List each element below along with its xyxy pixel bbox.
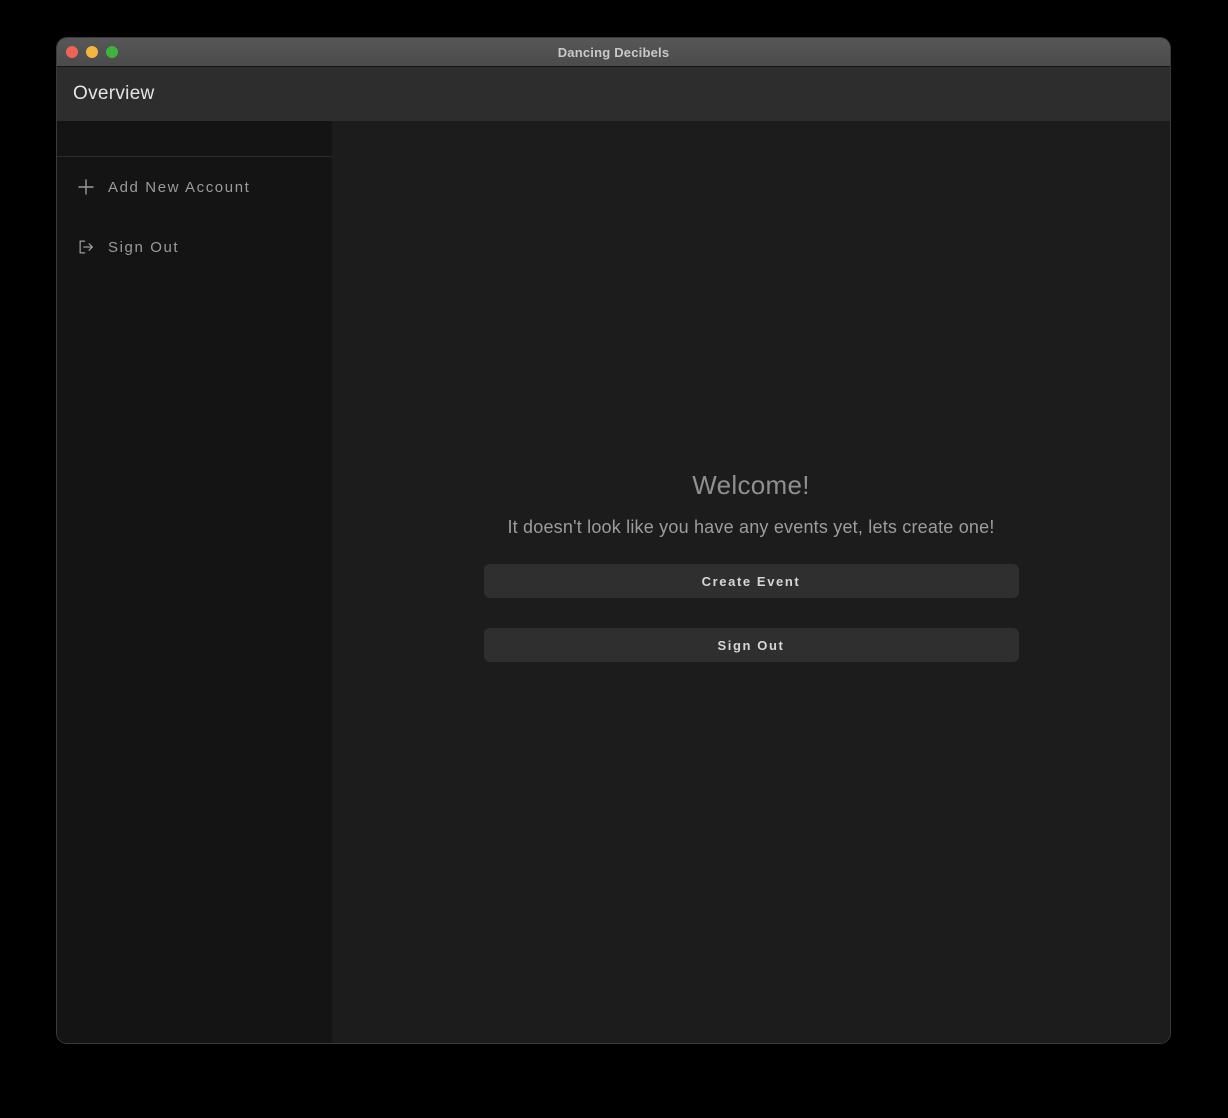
plus-icon [77,178,95,196]
sign-out-icon [77,238,95,256]
app-window: Dancing Decibels Overview Add New Accoun… [56,37,1171,1044]
welcome-title: Welcome! [692,470,810,501]
close-window-button[interactable] [66,46,78,58]
sidebar-item-add-new-account[interactable]: Add New Account [77,173,332,201]
header-bar: Overview [57,67,1170,121]
sidebar-item-label: Add New Account [108,179,250,196]
body: Add New Account Sign Out Welcome! It doe… [57,121,1170,1043]
zoom-window-button[interactable] [106,46,118,58]
main-content: Welcome! It doesn't look like you have a… [332,121,1170,1043]
sidebar-divider [57,121,332,157]
welcome-subtitle: It doesn't look like you have any events… [507,517,994,538]
traffic-lights [57,46,118,58]
sidebar-item-label: Sign Out [108,239,179,256]
sidebar-item-sign-out[interactable]: Sign Out [77,233,332,261]
empty-state: Welcome! It doesn't look like you have a… [484,470,1019,662]
page-title: Overview [73,83,155,105]
create-event-button[interactable]: Create Event [484,564,1019,598]
titlebar[interactable]: Dancing Decibels [57,38,1170,67]
sign-out-button[interactable]: Sign Out [484,628,1019,662]
sidebar: Add New Account Sign Out [57,121,332,1043]
minimize-window-button[interactable] [86,46,98,58]
window-title: Dancing Decibels [57,45,1170,60]
